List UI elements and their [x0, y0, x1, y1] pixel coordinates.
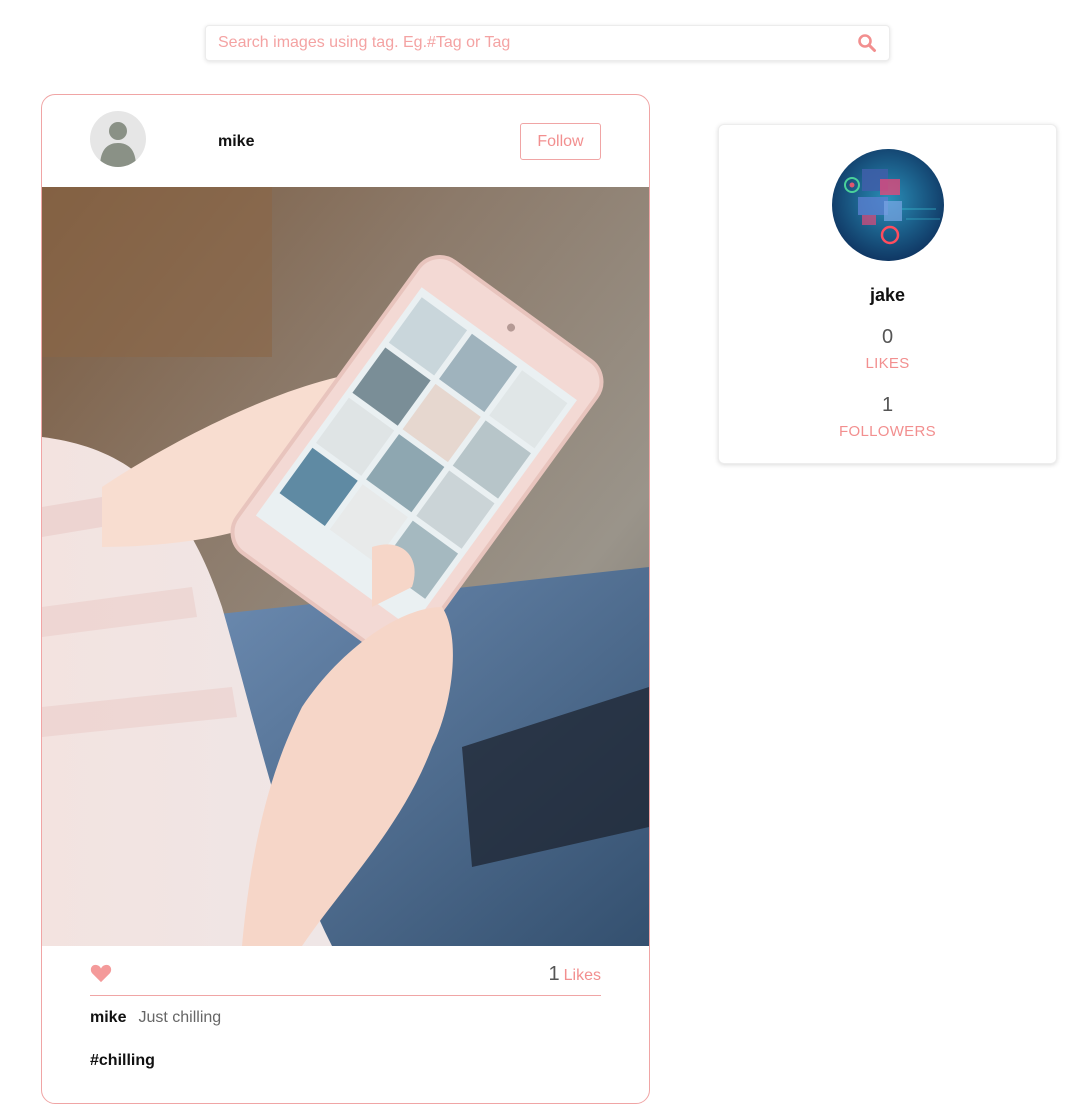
profile-avatar[interactable] [832, 149, 944, 261]
profile-followers-count: 1 [881, 394, 894, 416]
profile-likes-count: 0 [881, 326, 894, 348]
caption-username[interactable]: mike [90, 1009, 126, 1026]
search-icon[interactable] [857, 33, 877, 53]
hashtag-link[interactable]: #chilling [90, 1052, 155, 1070]
post-image[interactable] [42, 187, 649, 946]
likes-count: 1 Likes [549, 963, 601, 986]
follow-button[interactable]: Follow [520, 123, 601, 160]
profile-card: jake 0 LIKES 1 FOLLOWERS [718, 124, 1057, 464]
post-card: mike Follow 1 Likes mike Just chilling #… [41, 94, 650, 1104]
profile-followers-label: FOLLOWERS [839, 423, 936, 440]
post-username[interactable]: mike [218, 133, 254, 151]
profile-name: jake [869, 285, 906, 305]
post-caption: mike Just chilling [90, 1009, 221, 1027]
caption-text: Just chilling [138, 1009, 222, 1026]
likes-number: 1 [548, 963, 560, 985]
heart-icon[interactable] [90, 963, 112, 983]
default-user-icon [90, 111, 146, 167]
profile-likes-label: LIKES [865, 355, 910, 372]
likes-label: Likes [563, 967, 601, 984]
phone-in-hands-photo [42, 187, 649, 946]
search-bar [205, 25, 890, 61]
avatar[interactable] [90, 111, 146, 167]
divider [90, 995, 601, 996]
search-input[interactable] [206, 26, 846, 60]
profile-avatar-image [832, 149, 944, 261]
